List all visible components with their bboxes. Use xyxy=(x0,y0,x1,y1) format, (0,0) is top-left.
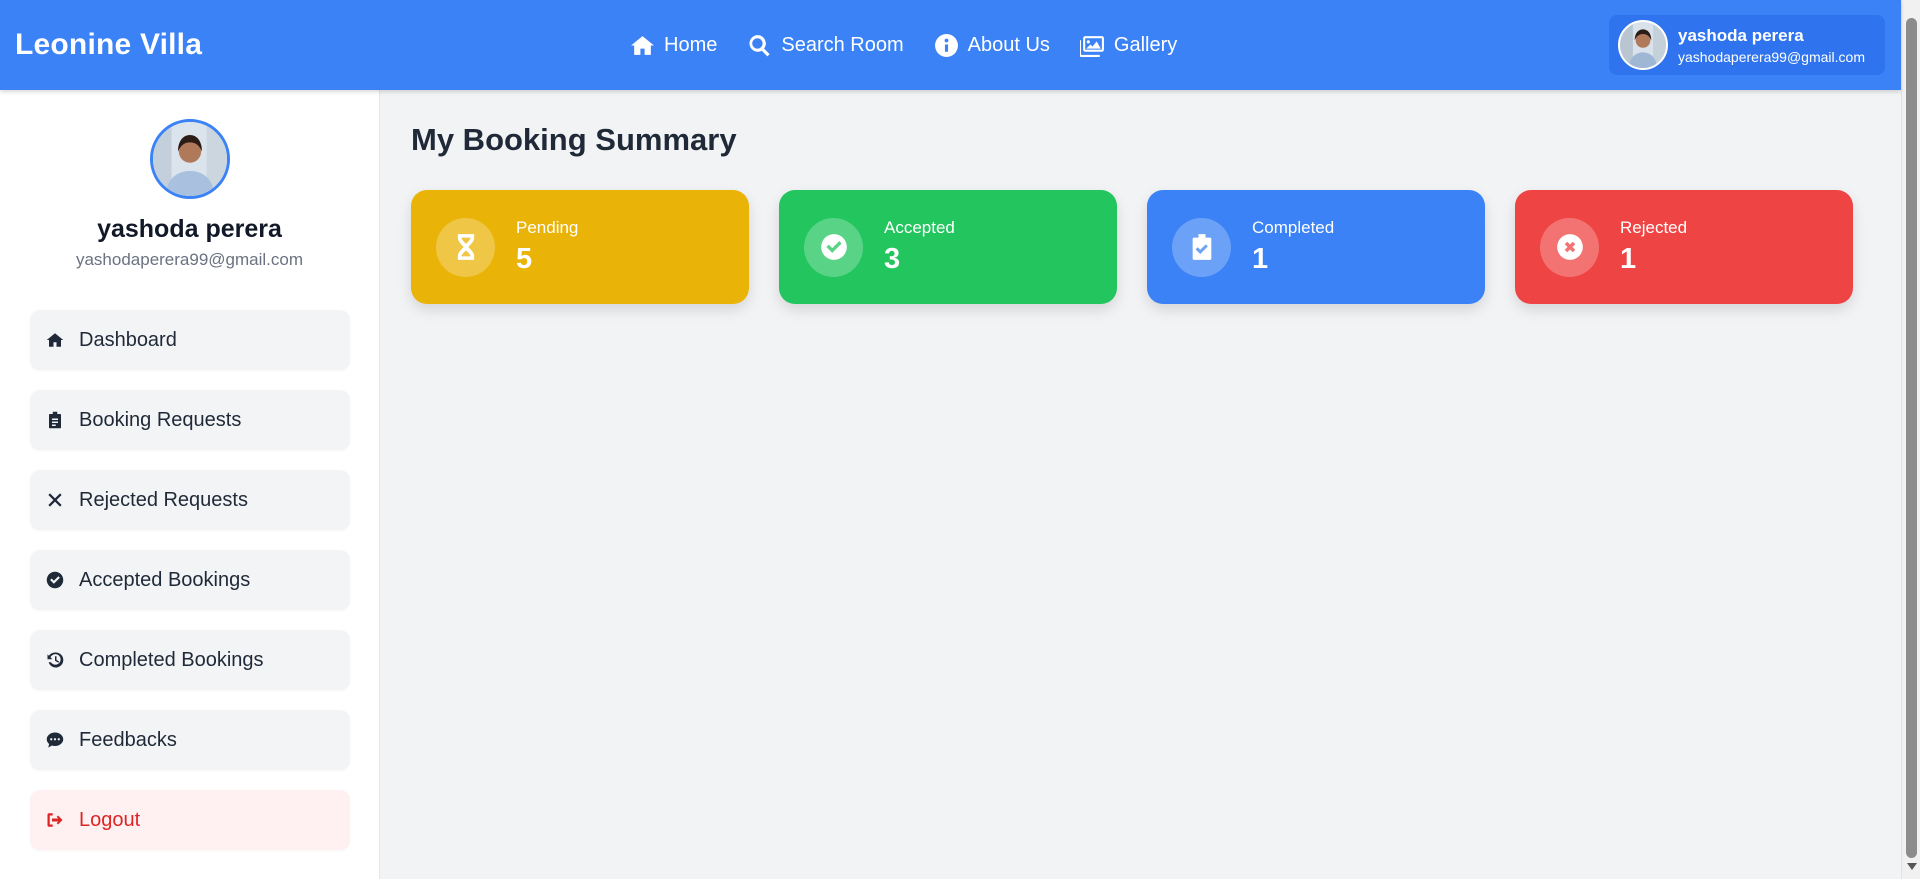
sidebar-item-label: Accepted Bookings xyxy=(79,568,251,591)
main-nav: Home Search Room About Us Gallery xyxy=(630,0,1177,90)
accepted-card[interactable]: Accepted 3 xyxy=(779,190,1117,304)
card-value: 3 xyxy=(884,243,901,275)
rejected-card[interactable]: Rejected 1 xyxy=(1515,190,1853,304)
clipboard-icon xyxy=(49,411,61,429)
sidebar-menu: Dashboard Booking Requests Rejected Requ… xyxy=(30,310,350,870)
card-icon-wrap xyxy=(804,217,863,277)
sidebar-item-label: Completed Bookings xyxy=(79,648,264,671)
sidebar-item-rejected-requests[interactable]: Rejected Requests xyxy=(30,470,350,530)
sidebar-item-accepted-bookings[interactable]: Accepted Bookings xyxy=(30,550,350,610)
card-icon-wrap xyxy=(1172,217,1231,277)
card-value: 5 xyxy=(516,243,533,275)
nav-about-us[interactable]: About Us xyxy=(934,33,1050,58)
page-scrollbar[interactable] xyxy=(1901,0,1920,879)
x-circle-icon xyxy=(1556,234,1583,260)
card-label: Pending xyxy=(516,218,579,237)
sidebar-item-label: Feedbacks xyxy=(79,728,177,751)
card-icon-wrap xyxy=(1540,217,1599,277)
scrollbar-thumb[interactable] xyxy=(1906,18,1917,858)
gallery-icon xyxy=(1079,35,1104,57)
card-label: Completed xyxy=(1252,218,1335,237)
profile-email: yashodaperera99@gmail.com xyxy=(75,250,304,269)
user-photo xyxy=(152,122,227,196)
home-icon xyxy=(46,333,64,347)
completed-card[interactable]: Completed 1 xyxy=(1147,190,1485,304)
card-label: Rejected xyxy=(1620,218,1688,237)
clipboard-check-icon xyxy=(1192,234,1211,260)
sidebar-item-label: Dashboard xyxy=(79,328,177,351)
sidebar-item-booking-requests[interactable]: Booking Requests xyxy=(30,390,350,450)
nav-home-label: Home xyxy=(664,33,718,56)
sidebar-item-dashboard[interactable]: Dashboard xyxy=(30,310,350,370)
x-icon xyxy=(48,493,62,507)
scroll-down-arrow[interactable] xyxy=(1907,863,1917,870)
logout-icon xyxy=(47,813,63,827)
summary-cards: Pending 5 Accepted 3 Completed 1 Rejecte… xyxy=(411,190,1853,304)
main-content: My Booking Summary Pending 5 Accepted 3 xyxy=(381,90,1882,879)
avatar xyxy=(149,119,230,199)
user-name: yashoda perera xyxy=(1678,25,1804,45)
nav-gallery[interactable]: Gallery xyxy=(1079,33,1178,58)
user-email: yashodaperera99@gmail.com xyxy=(1678,48,1865,65)
nav-about-us-label: About Us xyxy=(967,33,1050,56)
hourglass-icon xyxy=(457,234,474,260)
home-icon xyxy=(631,35,654,55)
sidebar-item-completed-bookings[interactable]: Completed Bookings xyxy=(30,630,350,690)
history-icon xyxy=(47,652,64,668)
card-icon-wrap xyxy=(436,217,495,277)
avatar xyxy=(1618,20,1668,70)
profile-name: yashoda perera xyxy=(97,215,282,243)
brand-logo[interactable]: Leonine Villa xyxy=(15,28,202,62)
pending-card[interactable]: Pending 5 xyxy=(411,190,749,304)
page-title: My Booking Summary xyxy=(411,122,737,157)
sidebar-item-label: Booking Requests xyxy=(79,408,242,431)
check-circle-icon xyxy=(820,234,847,260)
sidebar-item-feedbacks[interactable]: Feedbacks xyxy=(30,710,350,770)
check-circle-icon xyxy=(46,571,64,589)
card-value: 1 xyxy=(1252,243,1269,275)
sidebar-item-label: Logout xyxy=(79,808,141,831)
user-profile-chip[interactable]: yashoda perera yashodaperera99@gmail.com xyxy=(1609,15,1885,75)
top-navbar: Leonine Villa Home Search Room About Us … xyxy=(0,0,1901,90)
nav-home[interactable]: Home xyxy=(630,33,717,58)
user-photo xyxy=(1620,22,1666,68)
sidebar-profile: yashoda perera yashodaperera99@gmail.com xyxy=(0,90,379,270)
nav-search-room-label: Search Room xyxy=(781,33,904,56)
nav-gallery-label: Gallery xyxy=(1113,33,1178,56)
sidebar: yashoda perera yashodaperera99@gmail.com… xyxy=(0,90,380,879)
sidebar-item-logout[interactable]: Logout xyxy=(30,790,350,850)
comment-icon xyxy=(46,732,64,748)
card-value: 1 xyxy=(1620,243,1637,275)
info-icon xyxy=(934,33,958,57)
card-label: Accepted xyxy=(884,218,955,237)
sidebar-item-label: Rejected Requests xyxy=(79,488,248,511)
nav-search-room[interactable]: Search Room xyxy=(747,33,904,58)
search-icon xyxy=(749,34,770,56)
